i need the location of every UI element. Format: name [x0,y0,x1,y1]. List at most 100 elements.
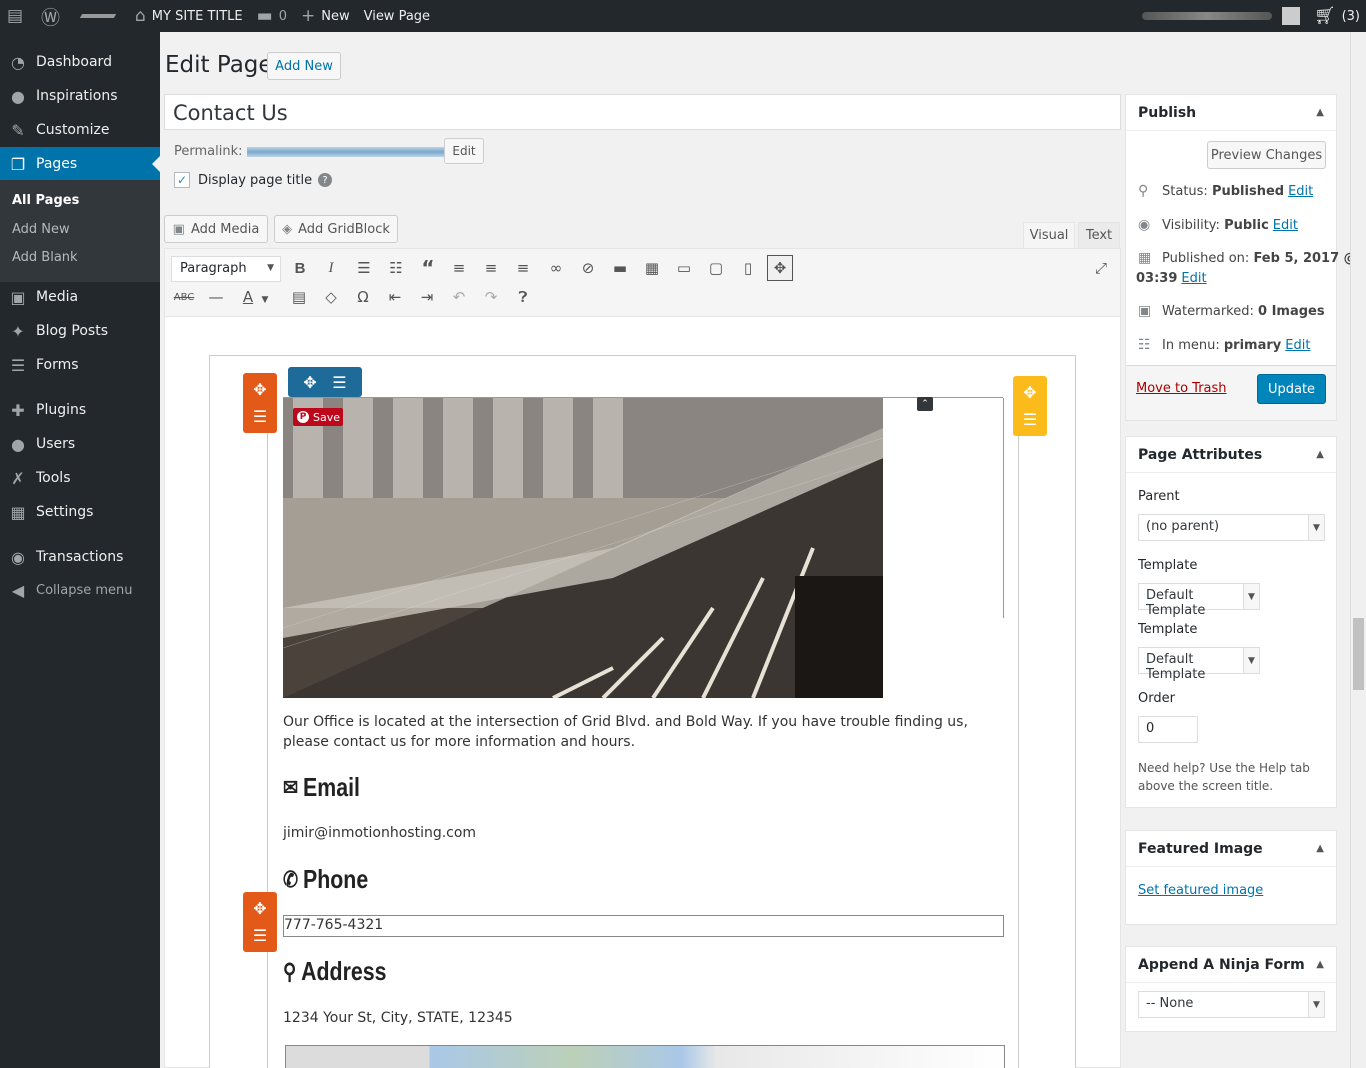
text-color-dropdown-icon[interactable]: ▼ [258,287,272,313]
parent-select[interactable]: (no parent) ▼ [1138,514,1325,541]
new-content-link[interactable]: + New [294,0,357,32]
display-title-checkbox[interactable]: ✓ [174,172,190,188]
email-heading[interactable]: ✉ Email [283,772,360,803]
preview-changes-button[interactable]: Preview Changes [1207,141,1326,169]
strikethrough-icon[interactable]: ABC [171,284,197,310]
phone-heading[interactable]: ✆ Phone [283,864,368,895]
view-page-link[interactable]: View Page [357,0,437,32]
visibility-edit-link[interactable]: Edit [1273,218,1298,233]
template-select[interactable]: Default Template ▼ [1138,583,1260,618]
phone-text[interactable]: 777-765-4321 [283,915,1004,937]
avatar[interactable] [1281,7,1300,25]
fullscreen-icon[interactable]: ⤢ [1088,255,1114,281]
submenu-add-blank[interactable]: Add Blank [12,250,78,265]
help-icon[interactable]: ❓︎ [510,284,536,310]
wordpress-logo-icon[interactable]: Ⓦ [34,0,74,32]
sidebar-item-settings[interactable]: ▦ Settings [0,495,160,529]
template-select-2[interactable]: Default Template ▼ [1138,647,1260,682]
update-button[interactable]: Update [1257,374,1326,404]
bold-icon[interactable]: B [287,255,313,281]
drag-mode-icon[interactable]: ✥ [767,255,793,281]
outdent-icon[interactable]: ⇤ [382,284,408,310]
tablet-preview-icon[interactable]: ▢ [703,255,729,281]
brand-logo-icon[interactable] [74,0,128,32]
indent-icon[interactable]: ⇥ [414,284,440,310]
site-title-link[interactable]: ⌂ MY SITE TITLE [128,0,250,32]
help-icon[interactable]: ? [318,173,333,187]
intro-paragraph[interactable]: Our Office is located at the intersectio… [283,712,983,752]
align-right-icon[interactable]: ≡ [510,255,536,281]
menu-edit-link[interactable]: Edit [1285,338,1310,353]
permalink-edit-button[interactable]: Edit [444,138,484,164]
ninja-form-header[interactable]: Append A Ninja Form ▲ [1126,947,1336,983]
sidebar-item-dashboard[interactable]: ◔ Dashboard [0,45,160,79]
keyboard-icon[interactable]: ▦ [639,255,665,281]
post-title-input[interactable]: Contact Us [164,94,1121,130]
desktop-preview-icon[interactable]: ▭ [671,255,697,281]
align-left-icon[interactable]: ≡ [446,255,472,281]
publish-date-edit-link[interactable]: Edit [1181,271,1206,286]
sidebar-item-media[interactable]: ▣ Media [0,280,160,314]
clear-format-icon[interactable]: ◇ [318,284,344,310]
account-name[interactable] [1141,12,1272,20]
sidebar-item-users[interactable]: ● Users [0,427,160,461]
address-heading[interactable]: ⚲ Address [283,956,386,987]
toggle-arrow-icon[interactable]: ▲ [1316,449,1324,460]
sidebar-item-inspirations[interactable]: ● Inspirations [0,79,160,113]
page-attributes-header[interactable]: Page Attributes ▲ [1126,437,1336,473]
add-media-button[interactable]: ▣ Add Media [164,215,268,243]
format-select[interactable]: Paragraph [171,256,281,282]
address-text[interactable]: 1234 Your St, City, STATE, 12345 [283,1010,513,1026]
unlink-icon[interactable]: ⊘ [575,255,601,281]
phone-preview-icon[interactable]: ▯ [735,255,761,281]
page-scrollbar[interactable] [1350,32,1366,1068]
tab-visual[interactable]: Visual [1023,222,1075,248]
ninja-form-select[interactable]: -- None ▼ [1138,991,1325,1018]
align-center-icon[interactable]: ≡ [478,255,504,281]
column-drag-handle[interactable]: ✥ ☰ [288,367,362,397]
sidebar-item-plugins[interactable]: ✚ Plugins [0,393,160,427]
toggle-arrow-icon[interactable]: ▲ [1316,107,1324,118]
publish-header[interactable]: Publish ▲ [1126,95,1336,131]
sidebar-item-customize[interactable]: ✎ Customize [0,113,160,147]
toggle-arrow-icon[interactable]: ▲ [1316,959,1324,970]
collapse-menu-button[interactable]: ◀ Collapse menu [0,573,160,607]
status-edit-link[interactable]: Edit [1288,184,1313,199]
link-icon[interactable]: ∞ [543,255,569,281]
sidebar-item-pages[interactable]: ❐ Pages [0,147,160,181]
paste-text-icon[interactable]: ▤ [286,284,312,310]
bullet-list-icon[interactable]: ☰ [351,255,377,281]
screen-options-icon[interactable]: ▤ [0,0,34,32]
collapse-caret-icon[interactable]: ⌃ [917,397,933,411]
submenu-add-new[interactable]: Add New [12,222,70,237]
set-featured-image-link[interactable]: Set featured image [1138,883,1263,898]
pinterest-save-button[interactable]: P Save [293,408,343,426]
order-input[interactable]: 0 [1138,716,1198,743]
undo-icon[interactable]: ↶ [446,284,472,310]
toggle-arrow-icon[interactable]: ▲ [1316,843,1324,854]
tab-text[interactable]: Text [1078,222,1120,248]
sidebar-item-tools[interactable]: ✗ Tools [0,461,160,495]
permalink-url[interactable] [246,146,445,157]
horizontal-line-icon[interactable]: — [203,284,229,310]
add-new-button[interactable]: Add New [267,52,341,80]
cart-link[interactable]: 🛒︎ (3) [1314,0,1360,32]
hero-image[interactable] [283,398,883,698]
featured-image-header[interactable]: Featured Image ▲ [1126,831,1336,867]
row-drag-handle[interactable]: ✥ ☰ [243,373,277,433]
sidebar-item-blog-posts[interactable]: ✦ Blog Posts [0,314,160,348]
comments-link[interactable]: ▬ 0 [250,0,294,32]
special-char-icon[interactable]: Ω [350,284,376,310]
blockquote-icon[interactable]: “ [415,255,441,281]
email-text[interactable]: jimir@inmotionhosting.com [283,825,476,841]
redo-icon[interactable]: ↷ [478,284,504,310]
italic-icon[interactable]: I [318,255,344,281]
sidebar-item-forms[interactable]: ☰ Forms [0,348,160,382]
section-drag-handle[interactable]: ✥ ☰ [1013,376,1047,436]
sidebar-item-transactions[interactable]: ◉ Transactions [0,540,160,574]
map-embed[interactable] [285,1045,1005,1068]
read-more-icon[interactable]: ▬ [607,255,633,281]
add-gridblock-button[interactable]: ◈ Add GridBlock [274,215,398,243]
submenu-all-pages[interactable]: All Pages [12,193,79,208]
block-drag-handle[interactable]: ✥ ☰ [243,892,277,952]
